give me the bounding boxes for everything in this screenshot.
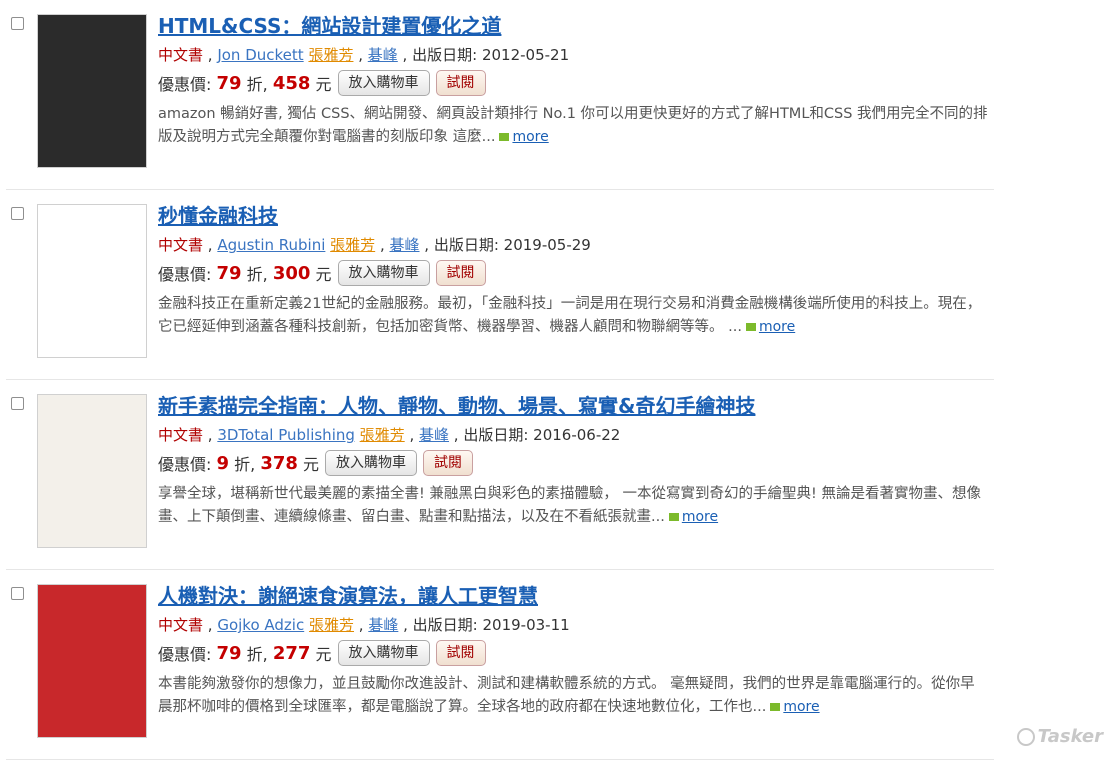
book-description: 金融科技正在重新定義21世紀的金融服務。最初，「金融科技」一詞是用在現行交易和消…: [158, 293, 988, 339]
watermark-text: Tasker: [1037, 726, 1103, 747]
category-label: 中文書: [158, 616, 204, 634]
currency-label: 元: [315, 265, 332, 284]
translator-link[interactable]: 張雅芳: [308, 46, 353, 64]
tasker-logo-icon: [1016, 727, 1035, 746]
price-line: 優惠價: 79 折, 458 元放入購物車 試閱: [158, 70, 486, 96]
price-value: 300: [272, 262, 311, 284]
currency-label: 元: [315, 75, 332, 94]
book-cover[interactable]: [37, 204, 147, 358]
description-text: amazon 暢銷好書, 獨佔 CSS、網站開發、網頁設計類排行 No.1 你可…: [158, 106, 988, 145]
book-meta: 中文書 , 3DTotal Publishing 張雅芳 , 碁峰 , 出版日期…: [158, 426, 621, 444]
discount-value: 79: [216, 642, 242, 664]
book-item: 秒懂金融科技中文書 , Agustin Rubini 張雅芳 , 碁峰 , 出版…: [0, 190, 1000, 380]
author-link[interactable]: Gojko Adzic: [217, 616, 304, 634]
publisher-link[interactable]: 碁峰: [419, 426, 449, 444]
price-value: 458: [272, 72, 311, 94]
description-text: 金融科技正在重新定義21世紀的金融服務。最初，「金融科技」一詞是用在現行交易和消…: [158, 296, 982, 335]
book-item: 人機對決：謝絕速食演算法，讓人工更智慧中文書 , Gojko Adzic 張雅芳…: [0, 570, 1000, 760]
book-item: 新手素描完全指南：人物、靜物、動物、場景、寫實&奇幻手繪神技中文書 , 3DTo…: [0, 380, 1000, 570]
price-line: 優惠價: 79 折, 300 元放入購物車 試閱: [158, 260, 486, 286]
preview-button[interactable]: 試閱: [423, 450, 473, 476]
more-arrow-icon: [499, 133, 510, 141]
publisher-link[interactable]: 碁峰: [368, 616, 398, 634]
book-title-link[interactable]: 秒懂金融科技: [158, 200, 278, 229]
discount-value: 79: [216, 262, 242, 284]
publisher-link[interactable]: 碁峰: [389, 236, 419, 254]
watermark: Tasker: [1016, 726, 1103, 747]
price-prefix: 優惠價:: [158, 455, 212, 474]
book-meta: 中文書 , Agustin Rubini 張雅芳 , 碁峰 , 出版日期: 20…: [158, 236, 591, 254]
select-checkbox[interactable]: [11, 587, 24, 600]
publish-date: 2019-05-29: [503, 236, 591, 254]
more-arrow-icon: [668, 513, 679, 521]
price-value: 277: [272, 642, 311, 664]
more-link[interactable]: more: [682, 509, 718, 525]
date-prefix: 出版日期:: [433, 236, 499, 254]
preview-button[interactable]: 試閱: [435, 260, 486, 286]
add-to-cart-button[interactable]: 放入購物車: [325, 450, 417, 476]
book-meta: 中文書 , Gojko Adzic 張雅芳 , 碁峰 , 出版日期: 2019-…: [158, 616, 570, 634]
discount-unit: 折,: [234, 455, 256, 474]
translator-link[interactable]: 張雅芳: [309, 616, 354, 634]
select-checkbox[interactable]: [11, 397, 24, 410]
book-cover[interactable]: [37, 394, 147, 548]
preview-button[interactable]: 試閱: [435, 640, 486, 666]
translator-link[interactable]: 張雅芳: [360, 426, 405, 444]
select-checkbox[interactable]: [11, 17, 24, 30]
author-link[interactable]: Agustin Rubini: [217, 236, 325, 254]
more-arrow-icon: [745, 323, 756, 331]
description-text: 享譽全球，堪稱新世代最美麗的素描全書! 兼融黑白與彩色的素描體驗， 一本從寫實到…: [158, 486, 981, 525]
discount-unit: 折,: [246, 75, 268, 94]
author-link[interactable]: Jon Duckett: [217, 46, 303, 64]
discount-unit: 折,: [246, 265, 268, 284]
description-text: 本書能夠激發你的想像力，並且鼓勵你改進設計、測試和建構軟體系統的方式。 毫無疑問…: [158, 676, 975, 715]
add-to-cart-button[interactable]: 放入購物車: [337, 70, 430, 96]
price-line: 優惠價: 9 折, 378 元放入購物車 試閱: [158, 450, 473, 476]
select-checkbox[interactable]: [11, 207, 24, 220]
book-item: HTML&CSS：網站設計建置優化之道中文書 , Jon Duckett 張雅芳…: [0, 0, 1000, 190]
preview-button[interactable]: 試閱: [435, 70, 486, 96]
publisher-link[interactable]: 碁峰: [368, 46, 398, 64]
book-cover[interactable]: [37, 584, 147, 738]
date-prefix: 出版日期:: [412, 616, 478, 634]
publish-date: 2019-03-11: [482, 616, 570, 634]
category-label: 中文書: [158, 46, 204, 64]
book-title-link[interactable]: 人機對決：謝絕速食演算法，讓人工更智慧: [158, 580, 538, 609]
add-to-cart-button[interactable]: 放入購物車: [337, 640, 430, 666]
price-line: 優惠價: 79 折, 277 元放入購物車 試閱: [158, 640, 486, 666]
add-to-cart-button[interactable]: 放入購物車: [337, 260, 430, 286]
book-description: 本書能夠激發你的想像力，並且鼓勵你改進設計、測試和建構軟體系統的方式。 毫無疑問…: [158, 673, 988, 719]
more-link[interactable]: more: [759, 319, 795, 335]
date-prefix: 出版日期:: [463, 426, 529, 444]
date-prefix: 出版日期:: [412, 46, 478, 64]
category-label: 中文書: [158, 426, 204, 444]
currency-label: 元: [302, 455, 319, 474]
more-link[interactable]: more: [512, 129, 548, 145]
more-link[interactable]: more: [783, 699, 819, 715]
price-value: 378: [260, 452, 298, 474]
author-link[interactable]: 3DTotal Publishing: [217, 426, 355, 444]
book-description: 享譽全球，堪稱新世代最美麗的素描全書! 兼融黑白與彩色的素描體驗， 一本從寫實到…: [158, 483, 988, 529]
book-description: amazon 暢銷好書, 獨佔 CSS、網站開發、網頁設計類排行 No.1 你可…: [158, 103, 988, 149]
translator-link[interactable]: 張雅芳: [330, 236, 375, 254]
price-prefix: 優惠價:: [158, 645, 212, 664]
category-label: 中文書: [158, 236, 204, 254]
book-cover[interactable]: [37, 14, 147, 168]
book-title-link[interactable]: HTML&CSS：網站設計建置優化之道: [158, 10, 501, 39]
price-prefix: 優惠價:: [158, 265, 212, 284]
book-meta: 中文書 , Jon Duckett 張雅芳 , 碁峰 , 出版日期: 2012-…: [158, 46, 570, 64]
publish-date: 2016-06-22: [533, 426, 621, 444]
discount-value: 9: [216, 452, 230, 474]
publish-date: 2012-05-21: [481, 46, 570, 64]
discount-value: 79: [216, 72, 242, 94]
more-arrow-icon: [770, 703, 781, 711]
discount-unit: 折,: [246, 645, 268, 664]
currency-label: 元: [315, 645, 332, 664]
price-prefix: 優惠價:: [158, 75, 212, 94]
book-title-link[interactable]: 新手素描完全指南：人物、靜物、動物、場景、寫實&奇幻手繪神技: [158, 390, 755, 419]
